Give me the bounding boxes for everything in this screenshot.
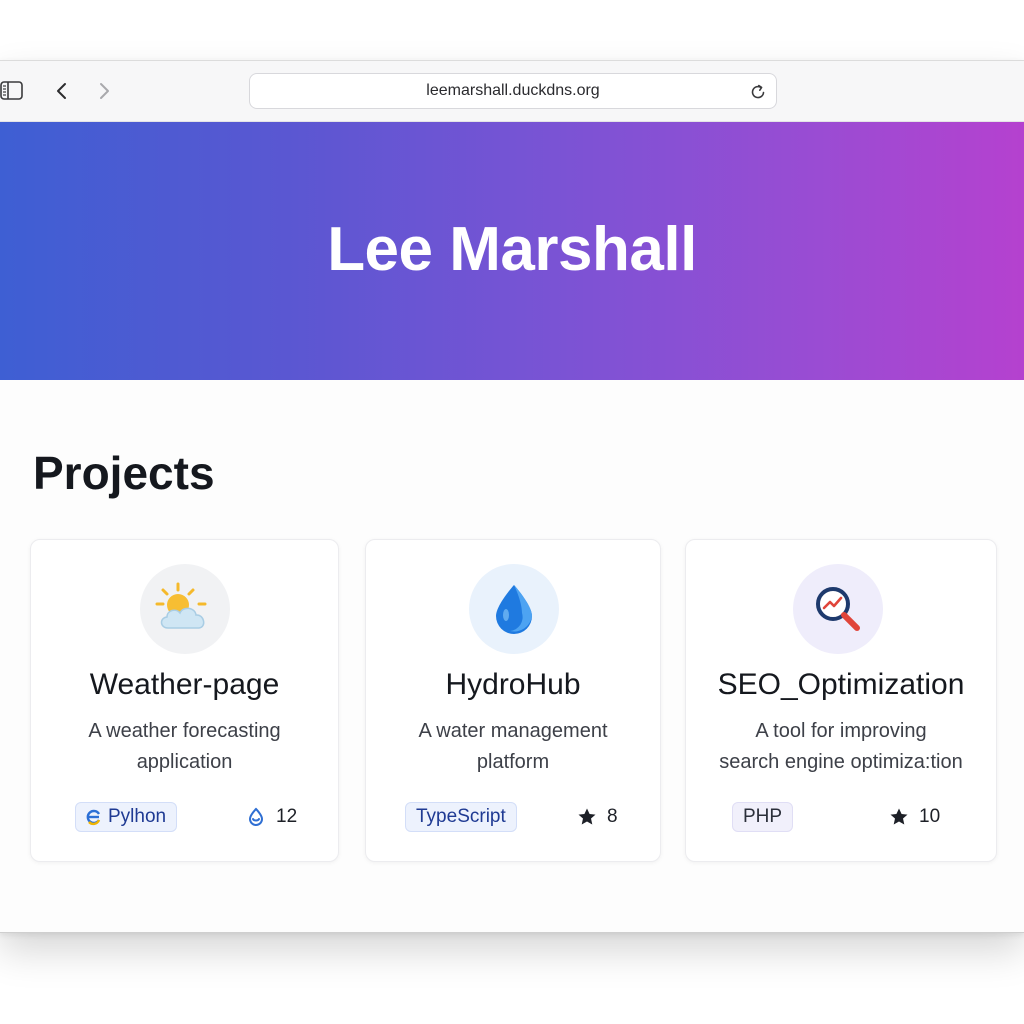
project-title[interactable]: SEO_Optimization bbox=[686, 668, 996, 702]
description-line: platform bbox=[476, 751, 550, 773]
star-icon bbox=[577, 807, 597, 827]
hero-banner: Lee Marshall bbox=[0, 122, 1024, 380]
language-badge: TypeScript bbox=[405, 802, 517, 832]
reload-icon[interactable] bbox=[748, 82, 768, 102]
sidebar-toggle-icon[interactable] bbox=[0, 79, 24, 103]
language-badge: Pylhon bbox=[75, 802, 178, 832]
back-icon[interactable] bbox=[50, 79, 74, 103]
magnifier-chart-icon bbox=[793, 564, 883, 654]
project-description: A water management platform bbox=[382, 716, 644, 778]
url-text: leemarshall.duckdns.org bbox=[426, 82, 600, 99]
description-line: application bbox=[136, 751, 233, 773]
project-description: A tool for improving search engine optim… bbox=[702, 716, 980, 778]
language-badge: PHP bbox=[732, 802, 794, 832]
project-card-seo-optimization[interactable]: SEO_Optimization A tool for improving se… bbox=[685, 539, 997, 862]
language-label: Pylhon bbox=[108, 806, 167, 827]
stat-value: 10 bbox=[919, 806, 941, 827]
screen-top-background bbox=[0, 0, 1024, 60]
weather-sun-cloud-icon bbox=[140, 564, 230, 654]
water-drop-icon bbox=[469, 564, 559, 654]
project-card-hydrohub[interactable]: HydroHub A water management platform Typ… bbox=[365, 539, 661, 862]
browser-toolbar: leemarshall.duckdns.org bbox=[0, 61, 1024, 122]
project-title[interactable]: Weather-page bbox=[31, 668, 338, 702]
address-bar[interactable]: leemarshall.duckdns.org bbox=[249, 73, 777, 109]
stars-count: 10 bbox=[889, 806, 940, 828]
project-title[interactable]: HydroHub bbox=[366, 668, 660, 702]
description-line: A water management bbox=[418, 720, 608, 742]
stat-value: 8 bbox=[607, 806, 618, 827]
browser-window: leemarshall.duckdns.org Lee Marshall Pro… bbox=[0, 60, 1024, 933]
star-icon bbox=[889, 807, 909, 827]
hero-title: Lee Marshall bbox=[327, 214, 697, 284]
description-line: search engine optimiza:tion bbox=[719, 751, 963, 773]
projects-heading: Projects bbox=[33, 447, 215, 499]
droplet-badge-icon bbox=[246, 807, 266, 827]
project-card-weather-page[interactable]: Weather-page A weather forecasting appli… bbox=[30, 539, 339, 862]
python-icon bbox=[86, 808, 102, 826]
project-description: A weather forecasting application bbox=[47, 716, 322, 778]
forward-icon[interactable] bbox=[92, 79, 116, 103]
stars-count: 12 bbox=[246, 806, 297, 828]
description-line: A tool for improving bbox=[755, 720, 927, 742]
stat-value: 12 bbox=[276, 806, 298, 827]
language-label: TypeScript bbox=[416, 806, 506, 827]
description-line: A weather forecasting bbox=[88, 720, 281, 742]
stars-count: 8 bbox=[577, 806, 618, 828]
language-label: PHP bbox=[743, 806, 783, 827]
